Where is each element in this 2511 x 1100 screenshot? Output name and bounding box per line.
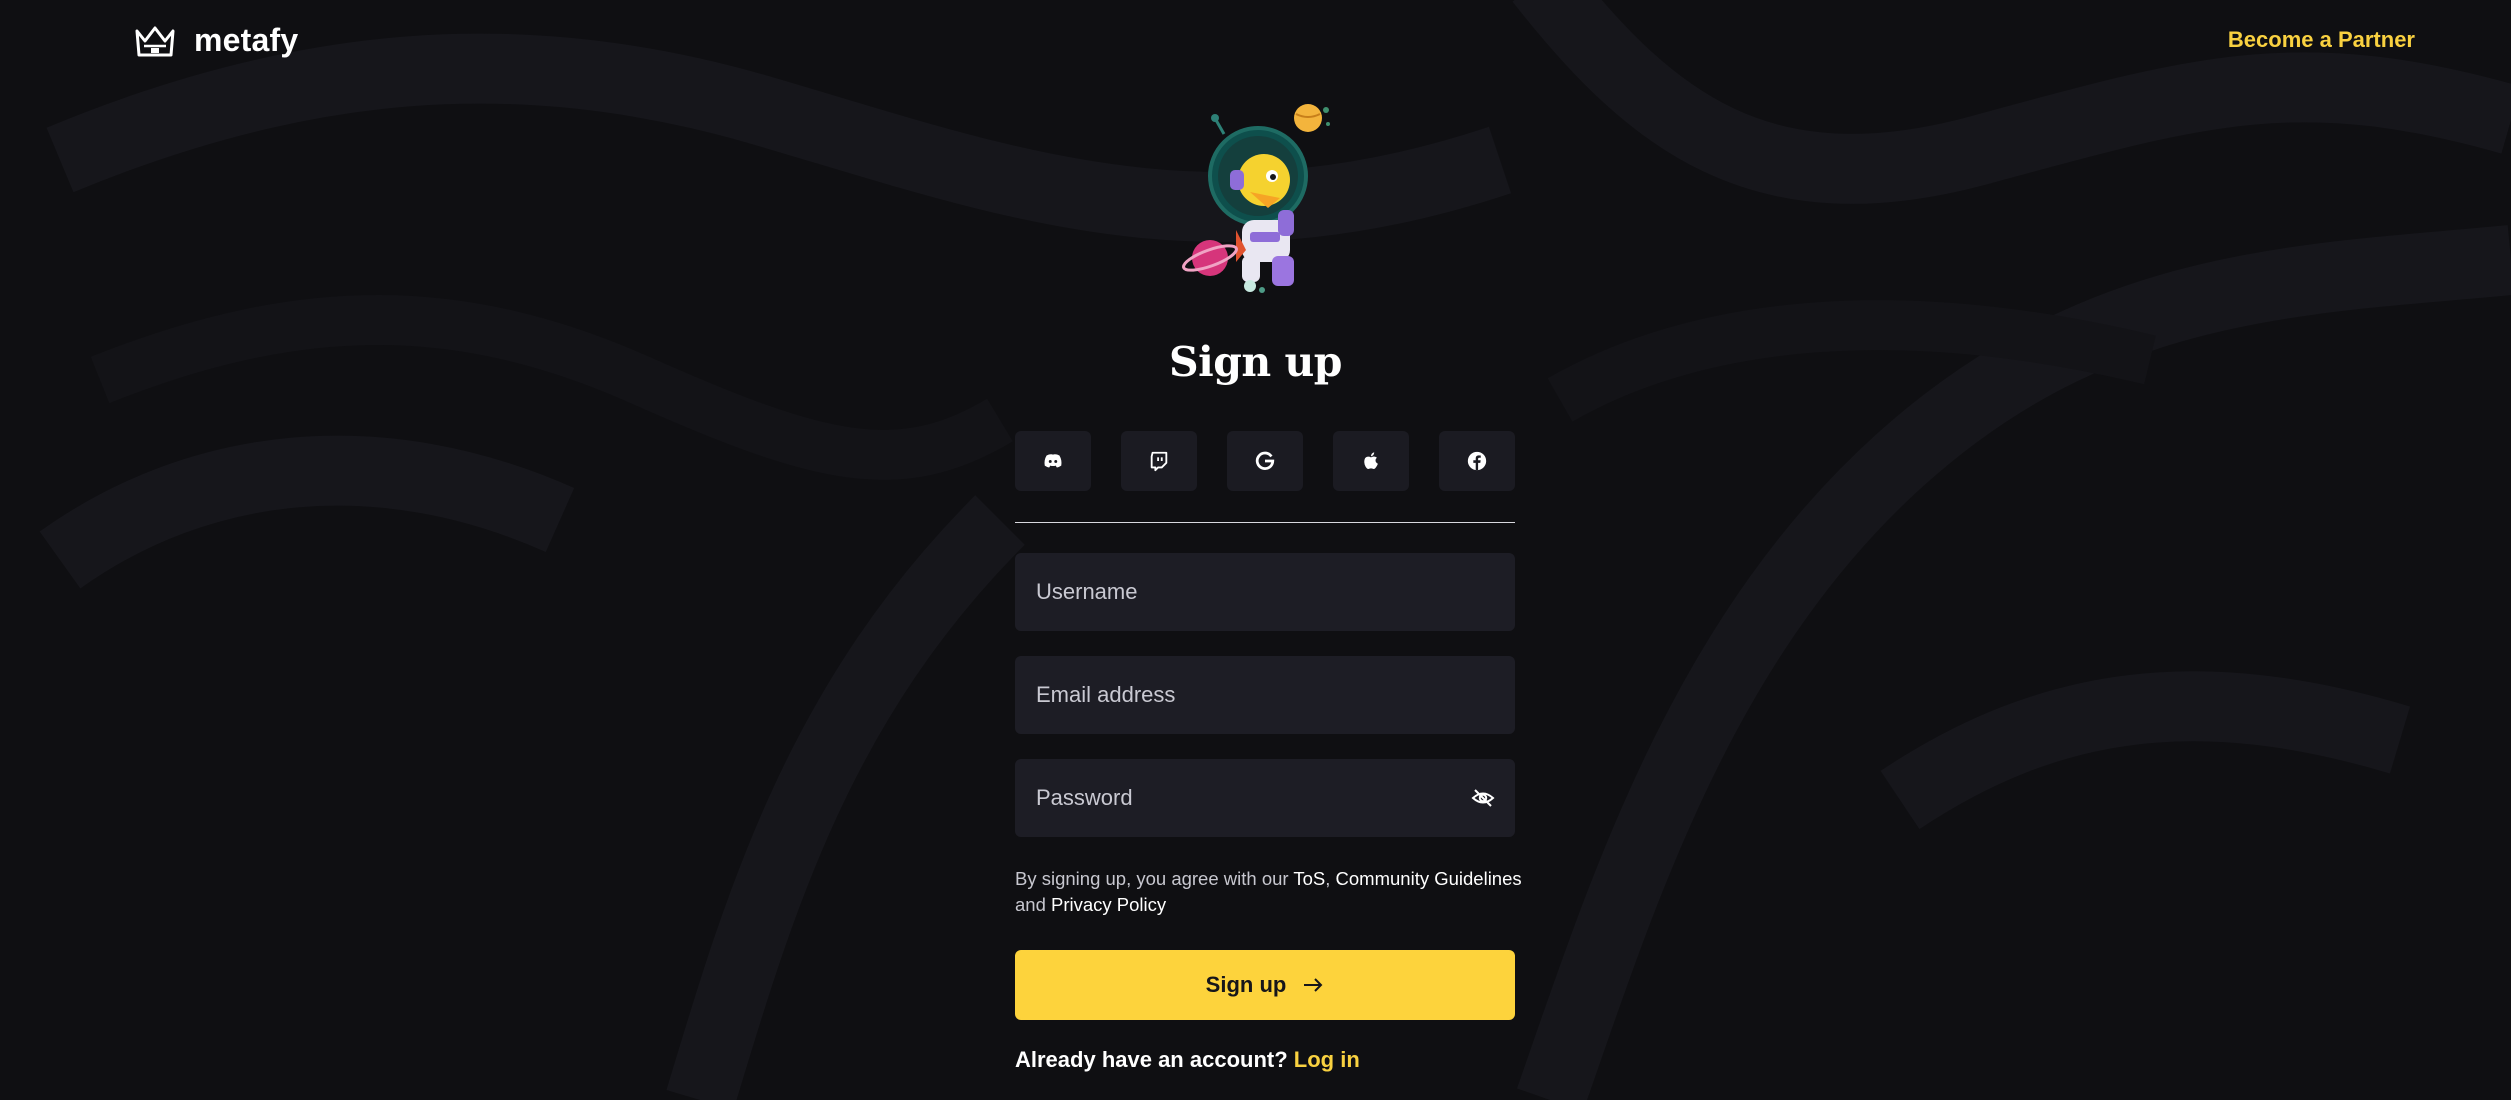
password-input[interactable] <box>1015 759 1515 837</box>
sign-up-button[interactable]: Sign up <box>1015 950 1515 1020</box>
privacy-policy-link[interactable]: Privacy Policy <box>1051 894 1166 915</box>
metafy-logo[interactable]: metafy <box>134 22 298 59</box>
username-input[interactable] <box>1015 553 1515 631</box>
email-input[interactable] <box>1015 656 1515 734</box>
email-field-wrapper <box>1015 656 1515 734</box>
apple-login-button[interactable] <box>1333 431 1409 491</box>
twitch-login-button[interactable] <box>1121 431 1197 491</box>
google-login-button[interactable] <box>1227 431 1303 491</box>
terms-text: By signing up, you agree with our ToS, C… <box>1015 866 1535 918</box>
username-field-wrapper <box>1015 553 1515 631</box>
facebook-login-button[interactable] <box>1439 431 1515 491</box>
tos-link[interactable]: ToS <box>1293 868 1325 889</box>
terms-and: and <box>1015 894 1052 915</box>
page-title: Sign up <box>1169 338 1342 386</box>
astronaut-duck-mascot <box>1182 104 1330 293</box>
apple-icon <box>1364 452 1378 469</box>
google-icon <box>1255 451 1275 470</box>
sign-up-button-label: Sign up <box>1205 972 1287 997</box>
discord-icon <box>1044 454 1062 468</box>
divider <box>1015 522 1515 523</box>
crown-icon <box>135 26 175 56</box>
arrow-right-icon <box>1304 978 1323 992</box>
password-field-wrapper <box>1015 759 1515 837</box>
brand-name: metafy <box>194 22 299 58</box>
discord-login-button[interactable] <box>1015 431 1091 491</box>
community-guidelines-link[interactable]: Community Guidelines <box>1336 868 1522 889</box>
terms-prefix: By signing up, you agree with our <box>1015 868 1294 889</box>
terms-comma: , <box>1325 868 1336 889</box>
twitch-icon <box>1150 451 1168 472</box>
login-prompt: Already have an account? Log in <box>1015 1047 1360 1073</box>
become-partner-link[interactable]: Become a Partner <box>2228 27 2415 53</box>
log-in-link[interactable]: Log in <box>1294 1047 1360 1072</box>
facebook-icon <box>1467 451 1487 471</box>
login-prompt-text: Already have an account? <box>1015 1047 1288 1072</box>
eye-off-icon[interactable] <box>1471 786 1495 810</box>
social-login-row <box>1015 431 1515 491</box>
